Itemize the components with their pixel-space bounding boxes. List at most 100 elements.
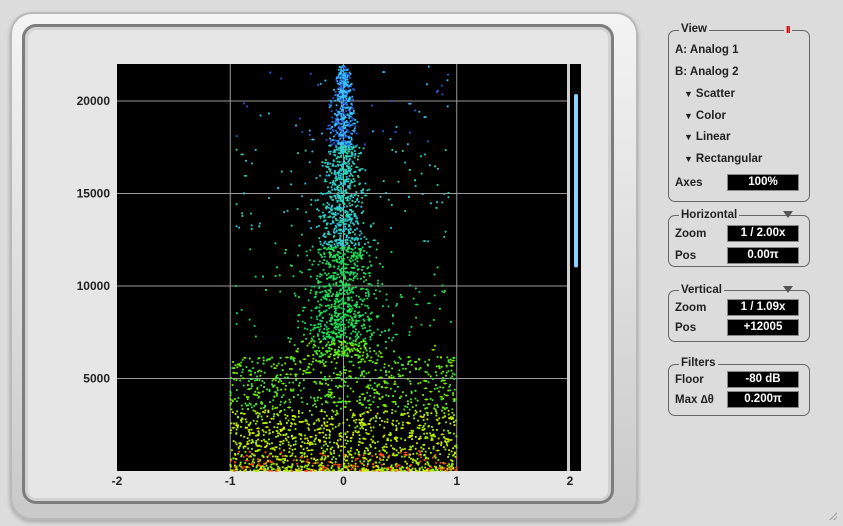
scatter-point xyxy=(338,256,341,258)
resize-grip-icon[interactable] xyxy=(827,510,837,520)
scatter-point xyxy=(335,291,338,294)
scatter-point xyxy=(412,430,415,432)
scatter-point xyxy=(353,150,356,152)
scatter-point xyxy=(342,297,345,300)
scatter-point xyxy=(328,417,331,420)
scatter-point xyxy=(385,381,388,384)
scatter-point xyxy=(453,421,455,423)
scatter-point xyxy=(291,415,294,418)
scatter-point xyxy=(333,469,336,472)
scatter-point xyxy=(384,410,387,413)
scatter-point xyxy=(436,184,439,186)
horizontal-zoom-field[interactable]: 1 / 2.00x xyxy=(728,226,798,241)
scatter-point xyxy=(344,76,347,79)
scatter-point xyxy=(328,295,331,297)
scatter-point xyxy=(337,265,340,268)
vertical-menu-icon[interactable] xyxy=(783,286,793,293)
scatter-point xyxy=(324,378,327,381)
scatter-point xyxy=(229,398,232,401)
scatter-point xyxy=(332,97,335,99)
scatter-point xyxy=(337,163,339,166)
scatter-point xyxy=(342,465,345,467)
pause-icon[interactable]: II xyxy=(784,26,792,36)
scatter-point xyxy=(363,298,366,301)
scatter-point xyxy=(440,84,443,87)
scatter-point xyxy=(245,421,248,423)
scatter-point xyxy=(340,327,343,329)
coordinate-mode-menu[interactable]: ▼ Rectangular xyxy=(684,152,762,166)
scatter-point xyxy=(399,374,402,377)
scatter-point xyxy=(334,224,337,227)
scatter-point xyxy=(331,343,334,345)
scatter-point xyxy=(409,380,411,383)
scatter-point xyxy=(310,309,313,312)
scrollbar-thumb[interactable] xyxy=(574,94,578,268)
scatter-point xyxy=(251,385,253,387)
scatter-point xyxy=(305,371,307,374)
scatter-point xyxy=(340,316,342,319)
scatter-point xyxy=(393,350,395,353)
scatter-point xyxy=(291,389,294,392)
vertical-zoom-field[interactable]: 1 / 1.09x xyxy=(728,300,798,315)
max-delta-theta-field[interactable]: 0.200π xyxy=(728,392,798,407)
scatter-point xyxy=(344,241,347,244)
scatter-point xyxy=(325,335,328,338)
scatter-point xyxy=(354,229,356,231)
scatter-point xyxy=(301,452,304,454)
floor-value-field[interactable]: -80 dB xyxy=(728,372,798,387)
scatter-point xyxy=(262,422,265,425)
scatter-point xyxy=(359,347,362,350)
scatter-point xyxy=(333,449,335,452)
scatter-point xyxy=(274,391,277,394)
scatter-point xyxy=(327,272,330,275)
scatter-point xyxy=(440,398,443,401)
scatter-point xyxy=(388,376,391,378)
scatter-point xyxy=(371,311,373,314)
scatter-point xyxy=(417,419,420,422)
scatter-point xyxy=(290,224,293,227)
scatter-point xyxy=(331,183,334,186)
scatter-point xyxy=(278,274,281,277)
vertical-scrollbar xyxy=(567,64,578,471)
channel-b-label[interactable]: B: Analog 2 xyxy=(675,65,738,79)
scatter-point xyxy=(373,388,376,391)
scatter-point xyxy=(385,374,388,377)
scatter-point xyxy=(345,100,348,103)
scatter-point xyxy=(419,415,422,418)
scatter-point xyxy=(311,245,314,248)
color-mode-menu[interactable]: ▼ Color xyxy=(684,109,726,123)
scatter-point xyxy=(409,469,412,472)
scatter-point xyxy=(356,217,359,220)
scatter-point xyxy=(345,113,348,116)
scatter-point xyxy=(340,178,343,181)
channel-a-label[interactable]: A: Analog 1 xyxy=(675,43,738,57)
scatter-point xyxy=(371,455,374,457)
scatter-point xyxy=(326,328,328,331)
scatter-point xyxy=(339,183,342,186)
horizontal-pos-field[interactable]: 0.00π xyxy=(728,248,798,263)
scatter-point xyxy=(303,327,306,330)
scatter-point xyxy=(310,453,313,456)
scatter-point xyxy=(335,294,340,296)
scatter-point xyxy=(395,150,397,153)
scatter-point xyxy=(361,196,364,199)
scatter-point xyxy=(241,371,244,374)
scatter-point xyxy=(336,131,339,134)
axes-value-field[interactable]: 100% xyxy=(728,175,798,190)
display-mode-menu[interactable]: ▼ Scatter xyxy=(684,87,735,101)
scatter-point xyxy=(366,267,369,270)
scatter-point xyxy=(449,422,452,425)
scatter-point xyxy=(368,399,371,402)
scatter-point xyxy=(346,310,351,312)
scale-mode-menu[interactable]: ▼ Linear xyxy=(684,130,730,144)
horizontal-menu-icon[interactable] xyxy=(783,211,793,218)
scatter-point xyxy=(351,124,354,126)
scatter-point xyxy=(440,433,445,435)
scatter-point xyxy=(328,211,331,214)
scatter-point xyxy=(331,143,334,146)
scatter-point xyxy=(349,76,351,79)
scatter-point xyxy=(305,211,308,214)
vertical-pos-field[interactable]: +12005 xyxy=(728,320,798,335)
scatter-point xyxy=(338,306,341,309)
scatter-point xyxy=(308,428,310,431)
